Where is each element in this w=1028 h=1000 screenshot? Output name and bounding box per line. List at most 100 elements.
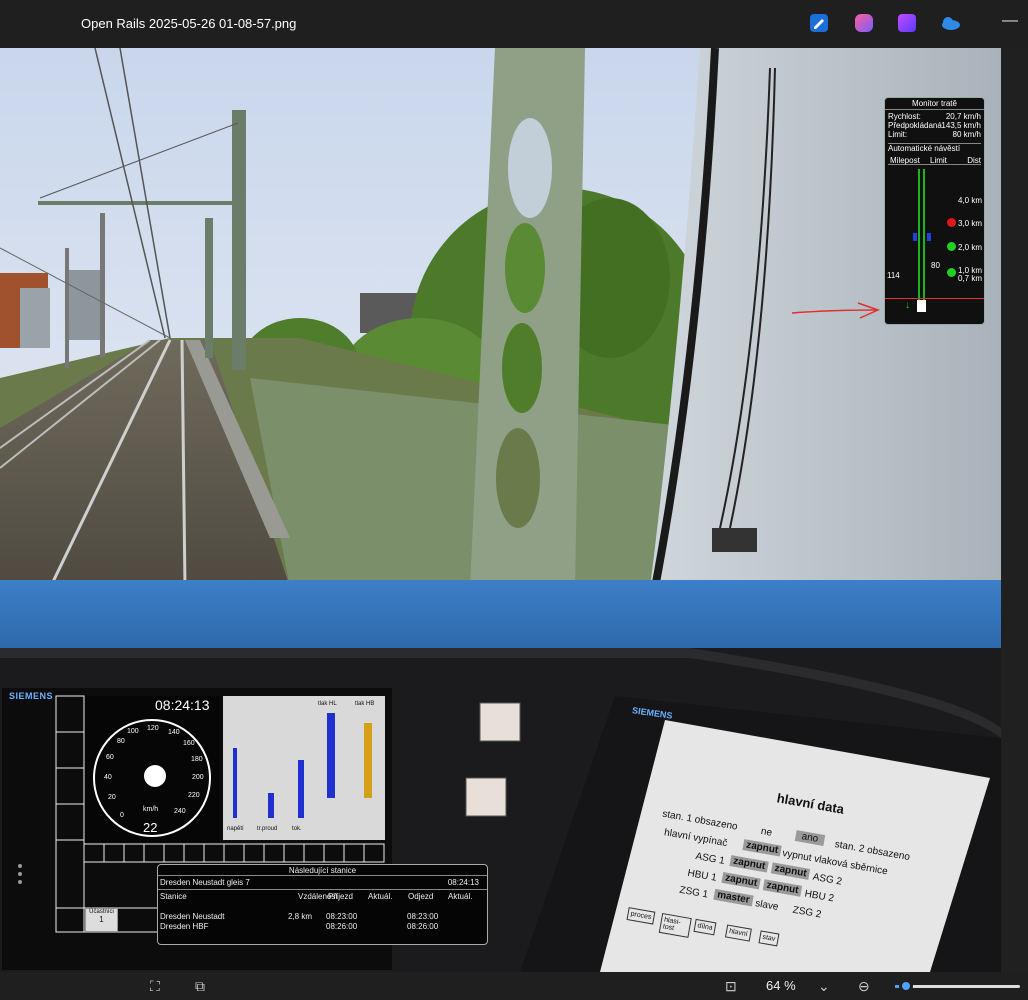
monitor-limit-row: Limit: 80 km/h bbox=[888, 130, 981, 139]
track-monitor: Monitor tratě Rychlost: 20,7 km/h Předpo… bbox=[884, 97, 985, 325]
tab-stav[interactable]: stav bbox=[758, 930, 780, 947]
station-1-arrival: 08:23:00 bbox=[326, 912, 358, 921]
line3-left: ASG 1 bbox=[694, 851, 726, 867]
limit-marker-right bbox=[927, 233, 931, 241]
limit-mark: 80 bbox=[931, 261, 940, 270]
projected-label: Předpokládaná bbox=[888, 121, 942, 130]
cab-heading: hlavní data bbox=[775, 790, 846, 817]
text-extract-icon[interactable]: ⧉ bbox=[195, 978, 205, 995]
station-1-name: Dresden Neustadt bbox=[160, 912, 225, 921]
signal-green-icon bbox=[947, 242, 956, 251]
line5-box: master bbox=[713, 888, 754, 907]
monitor-mode: Automatické návěstí bbox=[888, 143, 981, 153]
limit-value: 80 km/h bbox=[952, 130, 981, 139]
gauge-label-flow: tok. bbox=[292, 826, 302, 832]
limit-marker-left bbox=[913, 233, 917, 241]
mast-3 bbox=[100, 213, 105, 358]
crop-icon[interactable]: ⛶ bbox=[150, 978, 160, 995]
monitor-title: Monitor tratě bbox=[885, 98, 984, 110]
limit-label: Limit: bbox=[888, 130, 908, 139]
gauge-bar-5 bbox=[364, 723, 372, 798]
zoom-slider-knob[interactable] bbox=[899, 979, 913, 993]
col-dist: Dist bbox=[967, 156, 981, 165]
test-button bbox=[465, 777, 507, 817]
participants-box: Účastníci 1 bbox=[85, 908, 118, 932]
track-line-right bbox=[923, 169, 925, 309]
zoom-slider-track[interactable] bbox=[905, 985, 1020, 988]
tab-hlavni[interactable]: hlavní bbox=[724, 924, 752, 942]
line5-mid: slave bbox=[754, 898, 780, 913]
projected-value: 143,5 km/h bbox=[941, 121, 981, 130]
fit-view-icon[interactable]: ⊡ bbox=[725, 978, 737, 995]
onedrive-icon[interactable] bbox=[940, 14, 960, 32]
building-tall bbox=[68, 270, 103, 340]
zoom-out-icon[interactable]: ⊖ bbox=[858, 978, 870, 995]
tick-200: 200 bbox=[192, 774, 204, 781]
building-grey bbox=[20, 288, 50, 348]
direction-arrow-icon: ↓ bbox=[905, 300, 910, 311]
header-actual-2: Aktuál. bbox=[448, 892, 473, 901]
header-arrival: Příjezd bbox=[328, 892, 353, 901]
image-viewer: Monitor tratě Rychlost: 20,7 km/h Předpo… bbox=[0, 48, 1001, 972]
mast-2 bbox=[205, 218, 213, 358]
gauge-label-current: tr.proud bbox=[257, 826, 278, 832]
tick-40: 40 bbox=[104, 774, 112, 781]
digital-speed: 22 bbox=[143, 820, 158, 835]
minimize-button[interactable]: — bbox=[1002, 12, 1018, 30]
line1-box: ano bbox=[794, 830, 825, 846]
station-1-distance: 2,8 km bbox=[288, 912, 313, 921]
header-departure: Odjezd bbox=[408, 892, 434, 901]
copilot-icon[interactable] bbox=[855, 14, 873, 32]
line4-right: HBU 2 bbox=[803, 888, 835, 905]
station-2-name: Dresden HBF bbox=[160, 922, 209, 931]
line3-right: ASG 2 bbox=[811, 871, 843, 888]
line4-left: HBU 1 bbox=[686, 867, 718, 884]
line3-box1: zapnut bbox=[729, 855, 769, 873]
tick-20: 20 bbox=[108, 794, 116, 801]
dist-row-2: 3,0 km bbox=[957, 219, 982, 228]
dist-row-3: 2,0 km bbox=[957, 243, 982, 252]
lattice-hole-3 bbox=[502, 323, 542, 413]
onedrive-cloud bbox=[942, 17, 960, 30]
speed-value: 20,7 km/h bbox=[945, 112, 981, 121]
line1-mid: ne bbox=[759, 825, 773, 839]
tick-120: 120 bbox=[147, 725, 159, 732]
tick-180: 180 bbox=[191, 756, 203, 763]
window-title: Open Rails 2025-05-26 01-08-57.png bbox=[81, 16, 297, 31]
participants-value: 1 bbox=[99, 915, 104, 924]
milepost-mark: 114 bbox=[887, 271, 900, 280]
line2-box: zapnut bbox=[742, 839, 782, 857]
mast-4 bbox=[65, 248, 69, 368]
gauge-label-hb: tlak HB bbox=[355, 701, 375, 707]
gauge-bar-1 bbox=[233, 748, 237, 818]
monitor-speed-row: Rychlost: 20,7 km/h bbox=[888, 112, 981, 121]
current-time: 08:24:13 bbox=[447, 878, 479, 887]
tab-dilna[interactable]: dílna bbox=[693, 918, 717, 936]
mast-1 bbox=[232, 110, 246, 370]
zoom-dropdown-chevron-icon[interactable]: ⌄ bbox=[818, 978, 830, 995]
monitor-projected-row: Předpokládaná 143,5 km/h bbox=[888, 121, 981, 130]
header-station: Stanice bbox=[160, 892, 187, 901]
tick-160: 160 bbox=[183, 740, 195, 747]
line5-right: ZSG 2 bbox=[791, 904, 823, 921]
line3-box2: zapnut bbox=[770, 862, 811, 880]
station-2-arrival: 08:26:00 bbox=[326, 922, 358, 931]
siemens-logo-left: SIEMENS bbox=[9, 691, 54, 701]
next-station-panel: Následující stanice Dresden Neustadt gle… bbox=[157, 864, 488, 945]
tick-220: 220 bbox=[188, 792, 200, 799]
title-bar: Open Rails 2025-05-26 01-08-57.png — bbox=[0, 0, 1028, 48]
tick-240: 240 bbox=[174, 808, 186, 815]
tab-hlasitost[interactable]: hlasi-tost bbox=[658, 912, 692, 938]
tick-80: 80 bbox=[117, 738, 125, 745]
tab-proces[interactable]: proces bbox=[626, 907, 656, 925]
line5-left: ZSG 1 bbox=[678, 884, 709, 901]
zoom-level[interactable]: 64 % bbox=[766, 978, 796, 993]
lattice-hole-2 bbox=[505, 223, 545, 313]
gauge-bar-3 bbox=[298, 760, 304, 818]
clipchamp-icon[interactable] bbox=[898, 14, 916, 32]
edit-icon[interactable] bbox=[810, 14, 828, 32]
lattice-hole-1 bbox=[508, 118, 552, 218]
gauge-bar-2 bbox=[268, 793, 274, 818]
signal-green-icon-2 bbox=[947, 268, 956, 277]
dist-row-5: 0,7 km bbox=[957, 274, 982, 283]
